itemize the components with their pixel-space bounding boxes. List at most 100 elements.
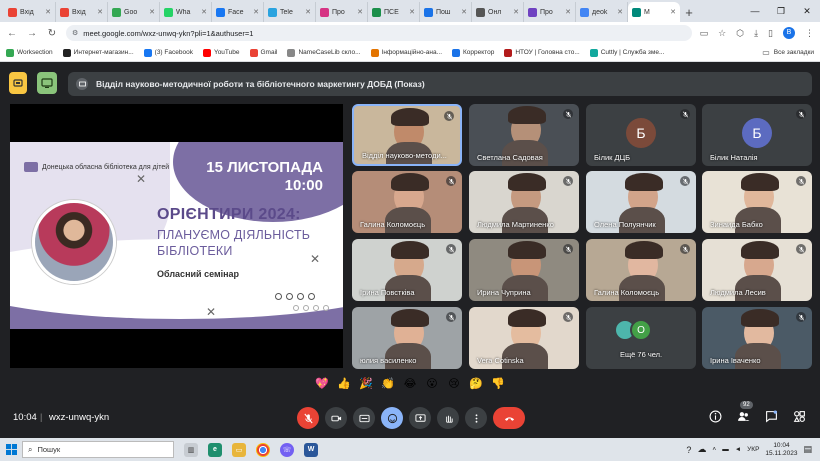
- task-view-icon[interactable]: ▥: [184, 442, 198, 457]
- tab-close-icon[interactable]: ✕: [149, 8, 155, 16]
- tab-close-icon[interactable]: ✕: [357, 8, 363, 16]
- shared-screen[interactable]: Донецька обласна бібліотека для дітей 15…: [10, 104, 343, 368]
- present-button[interactable]: [409, 407, 431, 429]
- bookmark-item[interactable]: NameCaseLib скло...: [287, 48, 361, 57]
- download-icon[interactable]: ⤓: [754, 28, 758, 39]
- bookmark-item[interactable]: Cuttly | Служба зме...: [589, 48, 664, 57]
- bookmark-item[interactable]: НТОУ | Головна сто...: [504, 48, 580, 57]
- tab-close-icon[interactable]: ✕: [97, 8, 103, 16]
- participant-tile[interactable]: юлия василенко: [352, 307, 462, 369]
- participant-tile[interactable]: Б Білик ДЦБ: [586, 104, 696, 166]
- all-bookmarks[interactable]: ▭ Все закладки: [762, 48, 814, 57]
- leave-call-button[interactable]: [493, 407, 525, 429]
- file-explorer-icon[interactable]: ▭: [232, 442, 246, 457]
- more-options-button[interactable]: [465, 407, 487, 429]
- system-clock[interactable]: 10:04 15.11.2023: [765, 442, 797, 458]
- browser-tab[interactable]: Пош ✕: [420, 2, 472, 22]
- participant-tile[interactable]: Светлана Садовая: [469, 104, 579, 166]
- participant-tile[interactable]: Б Білик Наталія: [702, 104, 812, 166]
- forward-icon[interactable]: →: [26, 28, 38, 39]
- reaction-emoji[interactable]: 👎: [490, 377, 506, 390]
- tab-close-icon[interactable]: ✕: [617, 8, 623, 16]
- bookmark-item[interactable]: Інформаційно-ана...: [370, 48, 442, 57]
- participant-tile[interactable]: Vera Cotinska: [469, 307, 579, 369]
- hand-icon[interactable]: [9, 72, 27, 94]
- weather-icon[interactable]: ☁: [697, 444, 706, 455]
- reload-icon[interactable]: ↻: [46, 28, 58, 39]
- participant-tile[interactable]: Ірина Іваченко: [702, 307, 812, 369]
- participant-tile[interactable]: Зинаида Бабко: [702, 171, 812, 233]
- emoji-button[interactable]: [381, 407, 403, 429]
- raise-hand-button[interactable]: [437, 407, 459, 429]
- network-icon[interactable]: ▬: [722, 446, 729, 453]
- chrome-icon[interactable]: [256, 442, 270, 457]
- close-window-button[interactable]: ✕: [794, 0, 820, 22]
- reaction-emoji[interactable]: 🤔: [468, 377, 484, 390]
- browser-tab[interactable]: дeok ✕: [576, 2, 628, 22]
- activities-button[interactable]: [792, 409, 806, 423]
- browser-tab[interactable]: Вхід ✕: [56, 2, 108, 22]
- reaction-emoji[interactable]: 😢: [446, 377, 462, 390]
- new-tab-button[interactable]: +: [680, 2, 698, 22]
- reaction-emoji[interactable]: 😂: [402, 377, 418, 390]
- more-participants-tile[interactable]: О Ещё 76 чел.: [586, 307, 696, 369]
- browser-tab[interactable]: ПСЕ ✕: [368, 2, 420, 22]
- bookmark-item[interactable]: Корректор: [452, 48, 494, 57]
- browser-tab[interactable]: Wha ✕: [160, 2, 212, 22]
- volume-icon[interactable]: ◄: [735, 446, 741, 453]
- url-input[interactable]: ⚙ meet.google.com/wxz-unwq-ykn?pli=1&aut…: [66, 25, 692, 41]
- site-info-icon[interactable]: ⚙: [72, 29, 78, 37]
- start-button[interactable]: [0, 438, 22, 461]
- bookmark-item[interactable]: Worksection: [6, 48, 53, 57]
- taskbar-search[interactable]: ⌕ Пошук: [22, 441, 174, 458]
- tab-close-icon[interactable]: ✕: [670, 8, 676, 16]
- reaction-emoji[interactable]: 👍: [336, 377, 352, 390]
- bookmark-item[interactable]: YouTube: [202, 48, 240, 57]
- browser-tab[interactable]: Онл ✕: [472, 2, 524, 22]
- reaction-emoji[interactable]: 🎉: [358, 377, 374, 390]
- browser-tab[interactable]: Вхід ✕: [4, 2, 56, 22]
- tab-close-icon[interactable]: ✕: [461, 8, 467, 16]
- minimize-button[interactable]: —: [742, 0, 768, 22]
- tab-close-icon[interactable]: ✕: [565, 8, 571, 16]
- bookmark-item[interactable]: (3) Facebook: [143, 48, 193, 57]
- tab-close-icon[interactable]: ✕: [409, 8, 415, 16]
- participant-tile[interactable]: Галина Коломоєць: [352, 171, 462, 233]
- browser-tab[interactable]: Face ✕: [212, 2, 264, 22]
- sidepanel-icon[interactable]: ▯: [768, 28, 773, 39]
- tab-close-icon[interactable]: ✕: [201, 8, 207, 16]
- notifications-icon[interactable]: ▤: [803, 444, 812, 455]
- bookmark-item[interactable]: Gmail: [249, 48, 277, 57]
- profile-avatar[interactable]: В: [783, 27, 795, 39]
- captions-button[interactable]: [353, 407, 375, 429]
- reaction-emoji[interactable]: 👏: [380, 377, 396, 390]
- reaction-emoji[interactable]: 😮: [424, 377, 440, 390]
- reaction-emoji[interactable]: 💖: [314, 377, 330, 390]
- present-icon[interactable]: [37, 72, 57, 94]
- participant-tile[interactable]: Ірина Повстківа: [352, 239, 462, 301]
- chat-button[interactable]: [764, 409, 778, 423]
- info-button[interactable]: [708, 409, 722, 423]
- browser-tab[interactable]: Tele ✕: [264, 2, 316, 22]
- edge-icon[interactable]: e: [208, 442, 222, 457]
- word-icon[interactable]: W: [304, 442, 318, 457]
- participant-tile[interactable]: Олена Полуянчик: [586, 171, 696, 233]
- tab-close-icon[interactable]: ✕: [305, 8, 311, 16]
- mic-toggle-button[interactable]: [297, 407, 319, 429]
- browser-tab[interactable]: M ✕: [628, 2, 680, 22]
- tab-close-icon[interactable]: ✕: [253, 8, 259, 16]
- star-icon[interactable]: ☆: [718, 28, 726, 39]
- viber-icon[interactable]: ☏: [280, 442, 294, 457]
- participant-tile[interactable]: Відділ науково-методи...: [352, 104, 462, 166]
- tab-close-icon[interactable]: ✕: [513, 8, 519, 16]
- participant-tile[interactable]: Галина Коломоєць: [586, 239, 696, 301]
- camera-toggle-button[interactable]: [325, 407, 347, 429]
- tab-close-icon[interactable]: ✕: [45, 8, 51, 16]
- people-button[interactable]: 92: [736, 401, 753, 423]
- bookmark-item[interactable]: Интернет-магазин...: [62, 48, 134, 57]
- menu-icon[interactable]: ⋮: [805, 28, 814, 39]
- language-indicator[interactable]: УКР: [747, 446, 759, 453]
- back-icon[interactable]: ←: [6, 28, 18, 39]
- browser-tab[interactable]: Goo ✕: [108, 2, 160, 22]
- tray-chevron-icon[interactable]: ˄: [712, 446, 716, 453]
